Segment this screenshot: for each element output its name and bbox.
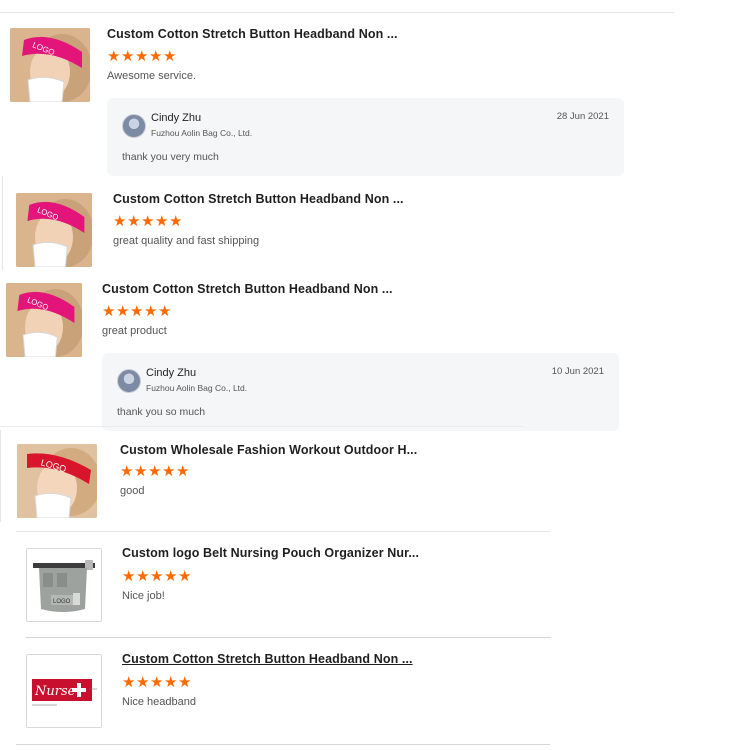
star-icon: ★: [120, 463, 135, 480]
star-icon: ★: [162, 463, 177, 480]
svg-text:Nurse: Nurse: [34, 684, 76, 699]
star-icon: ★: [102, 303, 117, 320]
product-title[interactable]: Custom Cotton Stretch Button Headband No…: [102, 282, 393, 296]
star-icon: ★: [116, 303, 131, 320]
avatar: [122, 114, 146, 138]
nurse-headband-icon: Nurse: [27, 655, 101, 727]
product-title[interactable]: Custom Cotton Stretch Button Headband No…: [122, 652, 413, 666]
star-icon: ★: [178, 674, 193, 691]
review-comment: Nice headband: [122, 696, 197, 708]
review-comment: Awesome service.: [107, 70, 197, 82]
star-icon: ★: [150, 568, 165, 585]
star-icon: ★: [121, 48, 136, 65]
review-comment: great quality and fast shipping: [113, 235, 260, 247]
star-icon: ★: [178, 568, 193, 585]
section-divider: [26, 637, 551, 638]
reply-date: 10 Jun 2021: [551, 366, 604, 377]
product-thumbnail[interactable]: LOGO: [6, 283, 82, 357]
star-icon: ★: [164, 568, 179, 585]
star-icon: ★: [163, 48, 178, 65]
rating-stars: ★★★★★: [122, 569, 192, 584]
reply-author-name: Cindy Zhu: [151, 112, 202, 124]
reply-date: 28 Jun 2021: [556, 111, 609, 122]
section-divider: [16, 531, 550, 532]
top-divider: [0, 12, 674, 13]
star-icon: ★: [122, 674, 137, 691]
review-comment: Nice job!: [122, 590, 165, 602]
star-icon: ★: [155, 213, 170, 230]
product-title[interactable]: Custom logo Belt Nursing Pouch Organizer…: [122, 546, 419, 560]
star-icon: ★: [136, 568, 151, 585]
star-icon: ★: [134, 463, 149, 480]
nursing-pouch-icon: LOGO: [27, 549, 101, 621]
avatar: [117, 369, 141, 393]
star-icon: ★: [144, 303, 159, 320]
rating-stars: ★★★★★: [102, 304, 172, 319]
headband-red-logo-icon: LOGO: [17, 444, 97, 518]
star-icon: ★: [176, 463, 191, 480]
reply-author-name: Cindy Zhu: [146, 367, 197, 379]
seller-reply: Cindy Zhu Fuzhou Aolin Bag Co., Ltd. 10 …: [102, 353, 619, 431]
star-icon: ★: [158, 303, 173, 320]
headband-pink-logo-icon: LOGO: [16, 193, 92, 267]
section-divider: [0, 426, 525, 427]
left-divider: [2, 176, 3, 270]
section-divider: [16, 744, 550, 745]
star-icon: ★: [150, 674, 165, 691]
star-icon: ★: [164, 674, 179, 691]
product-title[interactable]: Custom Cotton Stretch Button Headband No…: [107, 27, 398, 41]
product-thumbnail[interactable]: LOGO: [17, 444, 97, 518]
reply-company[interactable]: Fuzhou Aolin Bag Co., Ltd.: [151, 128, 252, 138]
product-title[interactable]: Custom Wholesale Fashion Workout Outdoor…: [120, 443, 417, 457]
star-icon: ★: [130, 303, 145, 320]
star-icon: ★: [148, 463, 163, 480]
star-icon: ★: [122, 568, 137, 585]
star-icon: ★: [135, 48, 150, 65]
reply-company[interactable]: Fuzhou Aolin Bag Co., Ltd.: [146, 383, 247, 393]
rating-stars: ★★★★★: [113, 214, 183, 229]
headband-pink-logo-icon: LOGO: [10, 28, 90, 102]
rating-stars: ★★★★★: [122, 675, 192, 690]
star-icon: ★: [169, 213, 184, 230]
product-thumbnail[interactable]: LOGO: [10, 28, 90, 102]
star-icon: ★: [136, 674, 151, 691]
star-icon: ★: [149, 48, 164, 65]
star-icon: ★: [141, 213, 156, 230]
headband-pink-logo-icon: LOGO: [6, 283, 82, 357]
left-divider: [0, 430, 1, 522]
star-icon: ★: [127, 213, 142, 230]
seller-reply: Cindy Zhu Fuzhou Aolin Bag Co., Ltd. 28 …: [107, 98, 624, 176]
review-comment: great product: [102, 325, 167, 337]
star-icon: ★: [107, 48, 122, 65]
rating-stars: ★★★★★: [107, 49, 177, 64]
reply-text: thank you so much: [117, 406, 206, 418]
rating-stars: ★★★★★: [120, 464, 190, 479]
svg-text:LOGO: LOGO: [53, 599, 71, 605]
product-thumbnail[interactable]: Nurse: [26, 654, 102, 728]
reply-text: thank you very much: [122, 151, 219, 163]
review-comment: good: [120, 485, 145, 497]
star-icon: ★: [113, 213, 128, 230]
product-thumbnail[interactable]: LOGO: [16, 193, 92, 267]
product-title[interactable]: Custom Cotton Stretch Button Headband No…: [113, 192, 404, 206]
product-thumbnail[interactable]: LOGO: [26, 548, 102, 622]
